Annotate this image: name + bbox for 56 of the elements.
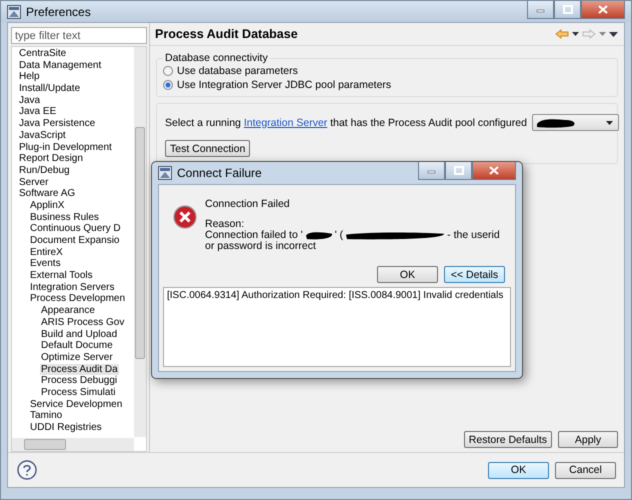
tree-item[interactable]: Report Design xyxy=(18,153,84,165)
tree-item[interactable]: Integration Servers xyxy=(29,282,116,294)
ok-button[interactable]: OK xyxy=(377,266,438,283)
ok-button[interactable]: OK xyxy=(488,462,549,478)
error-message: Connection failed to ' xyxy=(205,230,303,241)
restore-defaults-button[interactable]: Restore Defaults xyxy=(464,431,552,448)
dialog-title: Connect Failure xyxy=(177,166,262,180)
error-heading: Connection Failed xyxy=(205,199,291,210)
tree-item[interactable]: ARIS Process Gov xyxy=(40,316,126,328)
details-text: [ISC.0064.9314] Authorization Required: [ISS.0084.9001] Invalid credentials xyxy=(167,290,504,301)
error-message: ' ( xyxy=(334,230,344,241)
server-instruction: Select a running Integration Server that has the Process Audit pool configured xyxy=(165,116,527,128)
integration-server-link[interactable]: Integration Server xyxy=(244,116,328,128)
apply-button[interactable]: Apply xyxy=(558,431,618,448)
tree-item[interactable]: Java EE xyxy=(18,106,58,118)
test-connection-button[interactable]: Test Connection xyxy=(165,140,250,157)
tree-item[interactable]: Business Rules xyxy=(29,212,100,224)
tree-item[interactable]: Appearance xyxy=(40,305,96,317)
tree-item[interactable]: Java xyxy=(18,94,42,106)
group-label: Database connectivity xyxy=(164,52,269,64)
tree-item[interactable]: Events xyxy=(29,258,62,270)
tree-item[interactable]: External Tools xyxy=(29,270,94,282)
tree-item[interactable]: Build and Upload xyxy=(40,328,118,340)
page-title: Process Audit Database xyxy=(155,27,298,41)
tree-item[interactable]: Default Docume xyxy=(40,340,114,352)
tree-item[interactable]: EntireX xyxy=(29,246,64,258)
tree-item[interactable]: Process Developmen xyxy=(29,293,126,306)
tree-item[interactable]: Help xyxy=(18,71,41,84)
window-title: Preferences xyxy=(26,4,91,18)
tree-item[interactable]: ApplinX xyxy=(29,200,66,212)
tree-item[interactable]: Optimize Server xyxy=(40,352,114,364)
tree-item[interactable]: Process Simulati xyxy=(40,386,116,399)
cancel-button[interactable]: Cancel xyxy=(555,462,616,478)
tree-item[interactable]: Document Expansio xyxy=(29,235,120,247)
error-message: or password is incorrect xyxy=(205,241,316,252)
tree-item[interactable]: Java Persistence xyxy=(18,118,96,130)
tree-item[interactable]: UDDI Registries xyxy=(29,422,103,434)
tree-item[interactable]: Process Audit Da xyxy=(40,364,119,376)
filter-field[interactable]: type filter text xyxy=(11,27,147,44)
tree-item[interactable]: Install/Update xyxy=(18,83,82,95)
tree-item[interactable]: Data Management xyxy=(18,60,102,72)
tree-item[interactable]: Run/Debug xyxy=(18,164,71,177)
tree-item[interactable]: JavaScript xyxy=(18,130,67,142)
tree-item[interactable]: Service Developmen xyxy=(29,398,124,410)
tree-item[interactable]: Server xyxy=(18,176,50,188)
radio-label: Use database parameters xyxy=(177,65,298,77)
radio-label: Use Integration Server JDBC pool parameters xyxy=(177,79,392,91)
tree-item[interactable]: Plug-in Development xyxy=(18,142,113,154)
details-button[interactable]: << Details xyxy=(444,266,505,283)
tree-item[interactable]: Software AG xyxy=(18,188,76,200)
tree-item[interactable]: Process Debuggi xyxy=(40,375,118,387)
tree-item[interactable]: Continuous Query D xyxy=(29,223,122,235)
reason-label: Reason: xyxy=(205,219,246,230)
tree-item[interactable]: CentraSite xyxy=(18,48,68,60)
error-message: - the userid xyxy=(447,230,500,241)
tree-item[interactable]: Tamino xyxy=(29,410,64,422)
